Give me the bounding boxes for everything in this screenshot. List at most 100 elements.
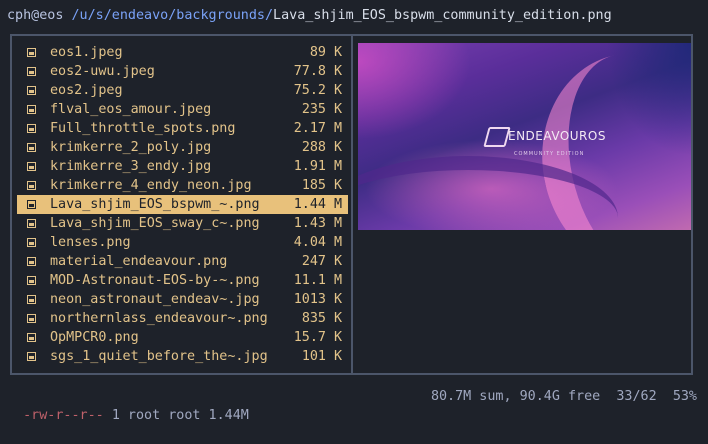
file-name: OpMPCR0.png xyxy=(50,330,139,345)
file-size-unit: K xyxy=(334,64,343,79)
endeavour-logo-icon xyxy=(483,127,511,147)
image-file-icon xyxy=(26,104,38,116)
file-row[interactable]: MOD-Astronaut-EOS-by-~.png 11.1 M xyxy=(17,271,348,290)
image-file-icon xyxy=(26,256,38,268)
current-path[interactable]: /u/s/endeavo/backgrounds/ xyxy=(72,8,274,23)
file-row[interactable]: OpMPCR0.png 15.7 K xyxy=(17,328,348,347)
image-file-icon xyxy=(26,123,38,135)
file-size-unit: K xyxy=(334,311,343,326)
file-row-selected[interactable]: Lava_shjim_EOS_bspwm_~.png 1.44 M xyxy=(17,195,348,214)
image-file-icon xyxy=(26,47,38,59)
file-size: 1.44 xyxy=(293,197,326,212)
file-name: krimkerre_3_endy.jpg xyxy=(50,159,212,174)
file-size-unit: M xyxy=(334,216,343,231)
file-size-unit: M xyxy=(334,273,343,288)
file-row[interactable]: eos2.jpeg 75.2 K xyxy=(17,81,348,100)
file-row[interactable]: material_endeavour.png 247 K xyxy=(17,252,348,271)
file-size: 1.91 xyxy=(293,159,326,174)
file-name: eos1.jpeg xyxy=(50,45,123,60)
file-row[interactable]: krimkerre_3_endy.jpg 1.91 M xyxy=(17,157,348,176)
image-preview: ENDEAVOUROS COMMUNITY EDITION xyxy=(358,43,691,230)
file-size: 2.17 xyxy=(293,121,326,136)
file-size-unit: K xyxy=(334,254,343,269)
image-file-icon xyxy=(26,237,38,249)
file-name: flval_eos_amour.jpeg xyxy=(50,102,212,117)
file-size: 75.2 xyxy=(293,83,326,98)
file-name: sgs_1_quiet_before_the~.jpg xyxy=(50,349,268,364)
file-size-unit: K xyxy=(334,292,343,307)
image-file-icon xyxy=(26,66,38,78)
file-list: eos1.jpeg 89 Keos2-uwu.jpeg 77.8 Keos2.jpeg 7… xyxy=(17,43,348,366)
file-row[interactable]: neon_astronaut_endeav~.jpg 1013 K xyxy=(17,290,348,309)
file-size: 89 xyxy=(309,45,326,60)
preview-logo-text: ENDEAVOUROS xyxy=(508,129,606,143)
file-size-unit: K xyxy=(334,349,343,364)
file-name: Full_throttle_spots.png xyxy=(50,121,236,136)
file-name: material_endeavour.png xyxy=(50,254,228,269)
file-size-unit: K xyxy=(334,178,343,193)
image-file-icon xyxy=(26,85,38,97)
file-size: 11.1 xyxy=(293,273,326,288)
file-size: 185 xyxy=(301,178,326,193)
file-size-unit: M xyxy=(334,197,343,212)
file-name: eos2.jpeg xyxy=(50,83,123,98)
image-file-icon xyxy=(26,180,38,192)
status-bar: -rw-r--r-- 1 root root 1.44M 80.7M sum, … xyxy=(7,387,701,444)
file-name: northernlass_endeavour~.png xyxy=(50,311,268,326)
file-size: 77.8 xyxy=(293,64,326,79)
file-size: 1.43 xyxy=(293,216,326,231)
file-row[interactable]: krimkerre_2_poly.jpg 288 K xyxy=(17,138,348,157)
title-bar: cph@eos /u/s/endeavo/backgrounds/Lava_sh… xyxy=(7,6,612,25)
status-right: 80.7M sum, 90.4G free 33/62 53% xyxy=(431,387,697,406)
file-row[interactable]: eos1.jpeg 89 K xyxy=(17,43,348,62)
file-owner-size: 1 root root 1.44M xyxy=(111,408,249,423)
image-file-icon xyxy=(26,161,38,173)
file-row[interactable]: krimkerre_4_endy_neon.jpg 185 K xyxy=(17,176,348,195)
image-file-icon xyxy=(26,332,38,344)
file-size: 288 xyxy=(301,140,326,155)
preview-logo-subtitle: COMMUNITY EDITION xyxy=(514,151,585,157)
file-size-unit: K xyxy=(334,140,343,155)
file-permissions: -rw-r--r-- xyxy=(23,408,104,423)
image-file-icon xyxy=(26,275,38,287)
file-size: 1013 xyxy=(293,292,326,307)
current-file: Lava_shjim_EOS_bspwm_community_edition.p… xyxy=(273,8,612,23)
file-size: 4.04 xyxy=(293,235,326,250)
file-size: 15.7 xyxy=(293,330,326,345)
file-name: MOD-Astronaut-EOS-by-~.png xyxy=(50,273,260,288)
file-row[interactable]: lenses.png 4.04 M xyxy=(17,233,348,252)
file-name: neon_astronaut_endeav~.jpg xyxy=(50,292,260,307)
pane-divider xyxy=(351,36,353,373)
image-file-icon xyxy=(26,199,38,211)
file-size: 101 xyxy=(301,349,326,364)
user-host: cph@eos xyxy=(7,8,64,23)
file-row[interactable]: eos2-uwu.jpeg 77.8 K xyxy=(17,62,348,81)
image-file-icon xyxy=(26,351,38,363)
image-file-icon xyxy=(26,218,38,230)
file-size-unit: M xyxy=(334,121,343,136)
disk-usage: 80.7M sum, 90.4G free xyxy=(430,389,601,404)
file-size-unit: M xyxy=(334,235,343,250)
file-size-unit: M xyxy=(334,159,343,174)
file-size-unit: K xyxy=(334,102,343,117)
file-name: krimkerre_4_endy_neon.jpg xyxy=(50,178,252,193)
image-file-icon xyxy=(26,142,38,154)
file-row[interactable]: Lava_shjim_EOS_sway_c~.png 1.43 M xyxy=(17,214,348,233)
file-name: eos2-uwu.jpeg xyxy=(50,64,155,79)
file-name: Lava_shjim_EOS_bspwm_~.png xyxy=(50,197,260,212)
image-file-icon xyxy=(26,313,38,325)
file-size: 835 xyxy=(301,311,326,326)
file-size: 235 xyxy=(301,102,326,117)
file-row[interactable]: sgs_1_quiet_before_the~.jpg 101 K xyxy=(17,347,348,366)
file-row[interactable]: flval_eos_amour.jpeg 235 K xyxy=(17,100,348,119)
file-size-unit: K xyxy=(334,83,343,98)
scroll-percent: 53% xyxy=(672,389,697,404)
file-name: krimkerre_2_poly.jpg xyxy=(50,140,212,155)
file-size: 247 xyxy=(301,254,326,269)
file-name: lenses.png xyxy=(50,235,131,250)
file-row[interactable]: northernlass_endeavour~.png 835 K xyxy=(17,309,348,328)
file-size-unit: K xyxy=(334,330,343,345)
file-row[interactable]: Full_throttle_spots.png 2.17 M xyxy=(17,119,348,138)
file-name: Lava_shjim_EOS_sway_c~.png xyxy=(50,216,260,231)
file-size-unit: K xyxy=(334,45,343,60)
